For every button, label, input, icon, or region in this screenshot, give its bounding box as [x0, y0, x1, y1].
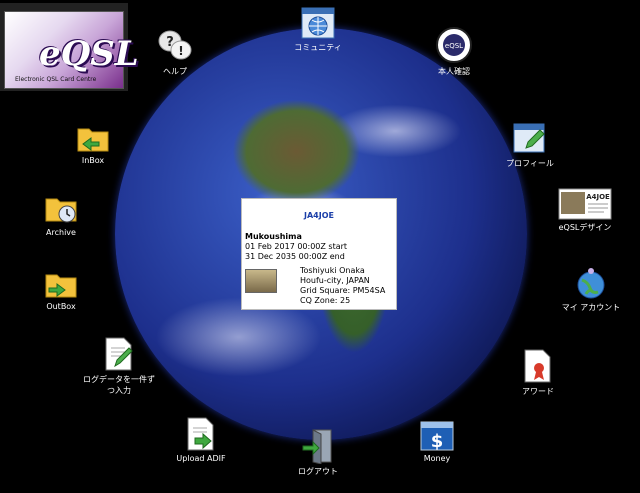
upload-document-icon — [187, 417, 214, 451]
card-cq-zone: CQ Zone: 25 — [300, 296, 351, 305]
card-callsign: JA4JOE — [304, 211, 334, 220]
card-info: Toshiyuki Onaka Houfu-city, JAPAN Grid S… — [300, 266, 385, 306]
card-qth: Mukoushima — [245, 232, 302, 241]
inbox-folder-icon — [77, 128, 109, 152]
archive-label: Archive — [46, 228, 76, 237]
award-button[interactable]: アワード — [508, 348, 568, 397]
community-button[interactable]: コミュニティ — [283, 6, 353, 53]
log-entry-label-1: ログデータを一件ず — [83, 375, 155, 384]
logo-panel: eQSL Electronic QSL Card Centre — [4, 11, 139, 89]
archive-button[interactable]: Archive — [36, 192, 86, 237]
qsl-card-icon: A4JOE — [558, 188, 612, 220]
help-label: ヘルプ — [163, 67, 187, 76]
qsl-card-preview[interactable]: JA4JOE Mukoushima 01 Feb 2017 00:00Z sta… — [241, 198, 397, 310]
design-label: eQSLデザイン — [558, 223, 612, 232]
account-label: マイ アカウント — [561, 303, 621, 312]
card-start-date: 01 Feb 2017 00:00Z start — [245, 242, 348, 251]
svg-text:?: ? — [166, 35, 174, 50]
account-button[interactable]: マイ アカウント — [556, 266, 626, 313]
card-end-date: 31 Dec 2035 00:00Z end — [245, 252, 345, 261]
outbox-button[interactable]: OutBox — [36, 268, 86, 311]
help-button[interactable]: ? ! ヘルプ — [150, 28, 200, 77]
award-label: アワード — [522, 387, 554, 396]
svg-text:A4JOE: A4JOE — [586, 193, 610, 201]
community-label: コミュニティ — [294, 43, 342, 52]
identity-button[interactable]: eQSL 本人確認 — [424, 26, 484, 77]
logo-subtitle: Electronic QSL Card Centre — [15, 76, 97, 83]
card-name: Toshiyuki Onaka — [300, 266, 365, 275]
archive-folder-icon — [45, 198, 77, 223]
eqsl-logo[interactable]: eQSL Electronic QSL Card Centre — [0, 3, 139, 91]
upload-adif-button[interactable]: Upload ADIF — [168, 416, 234, 463]
profile-label: プロフィール — [506, 159, 554, 168]
inbox-label: InBox — [81, 156, 105, 165]
log-entry-label-2: つ入力 — [107, 386, 131, 395]
identity-label: 本人確認 — [438, 67, 470, 76]
outbox-label: OutBox — [46, 302, 76, 311]
award-certificate-icon — [524, 349, 551, 383]
globe-window-icon — [301, 7, 335, 39]
logo-text: eQSL — [39, 34, 139, 74]
logout-door-icon — [302, 429, 332, 464]
svg-text:!: ! — [178, 44, 183, 58]
log-edit-icon — [105, 337, 133, 371]
logout-button[interactable]: ログアウト — [290, 428, 346, 477]
logout-label: ログアウト — [298, 467, 338, 476]
inbox-button[interactable]: InBox — [68, 122, 118, 165]
card-grid: Grid Square: PM54SA — [300, 286, 386, 295]
profile-button[interactable]: プロフィール — [500, 122, 560, 169]
svg-text:$: $ — [431, 431, 444, 452]
outbox-folder-icon — [45, 274, 77, 298]
design-button[interactable]: A4JOE eQSLデザイン — [554, 188, 616, 233]
svg-text:eQSL: eQSL — [445, 42, 463, 50]
upload-adif-label: Upload ADIF — [176, 454, 226, 463]
profile-window-icon — [513, 123, 545, 153]
money-label: Money — [423, 454, 451, 463]
money-button[interactable]: $ Money — [412, 420, 462, 463]
money-window-icon: $ — [420, 421, 454, 452]
help-icon: ? ! — [158, 30, 192, 60]
card-thumbnail — [245, 269, 277, 293]
log-entry-button[interactable]: ログデータを一件ず つ入力 — [74, 336, 164, 396]
seal-icon: eQSL — [436, 27, 472, 63]
card-city: Houfu-city, JAPAN — [300, 276, 370, 285]
account-globe-icon — [577, 268, 605, 299]
